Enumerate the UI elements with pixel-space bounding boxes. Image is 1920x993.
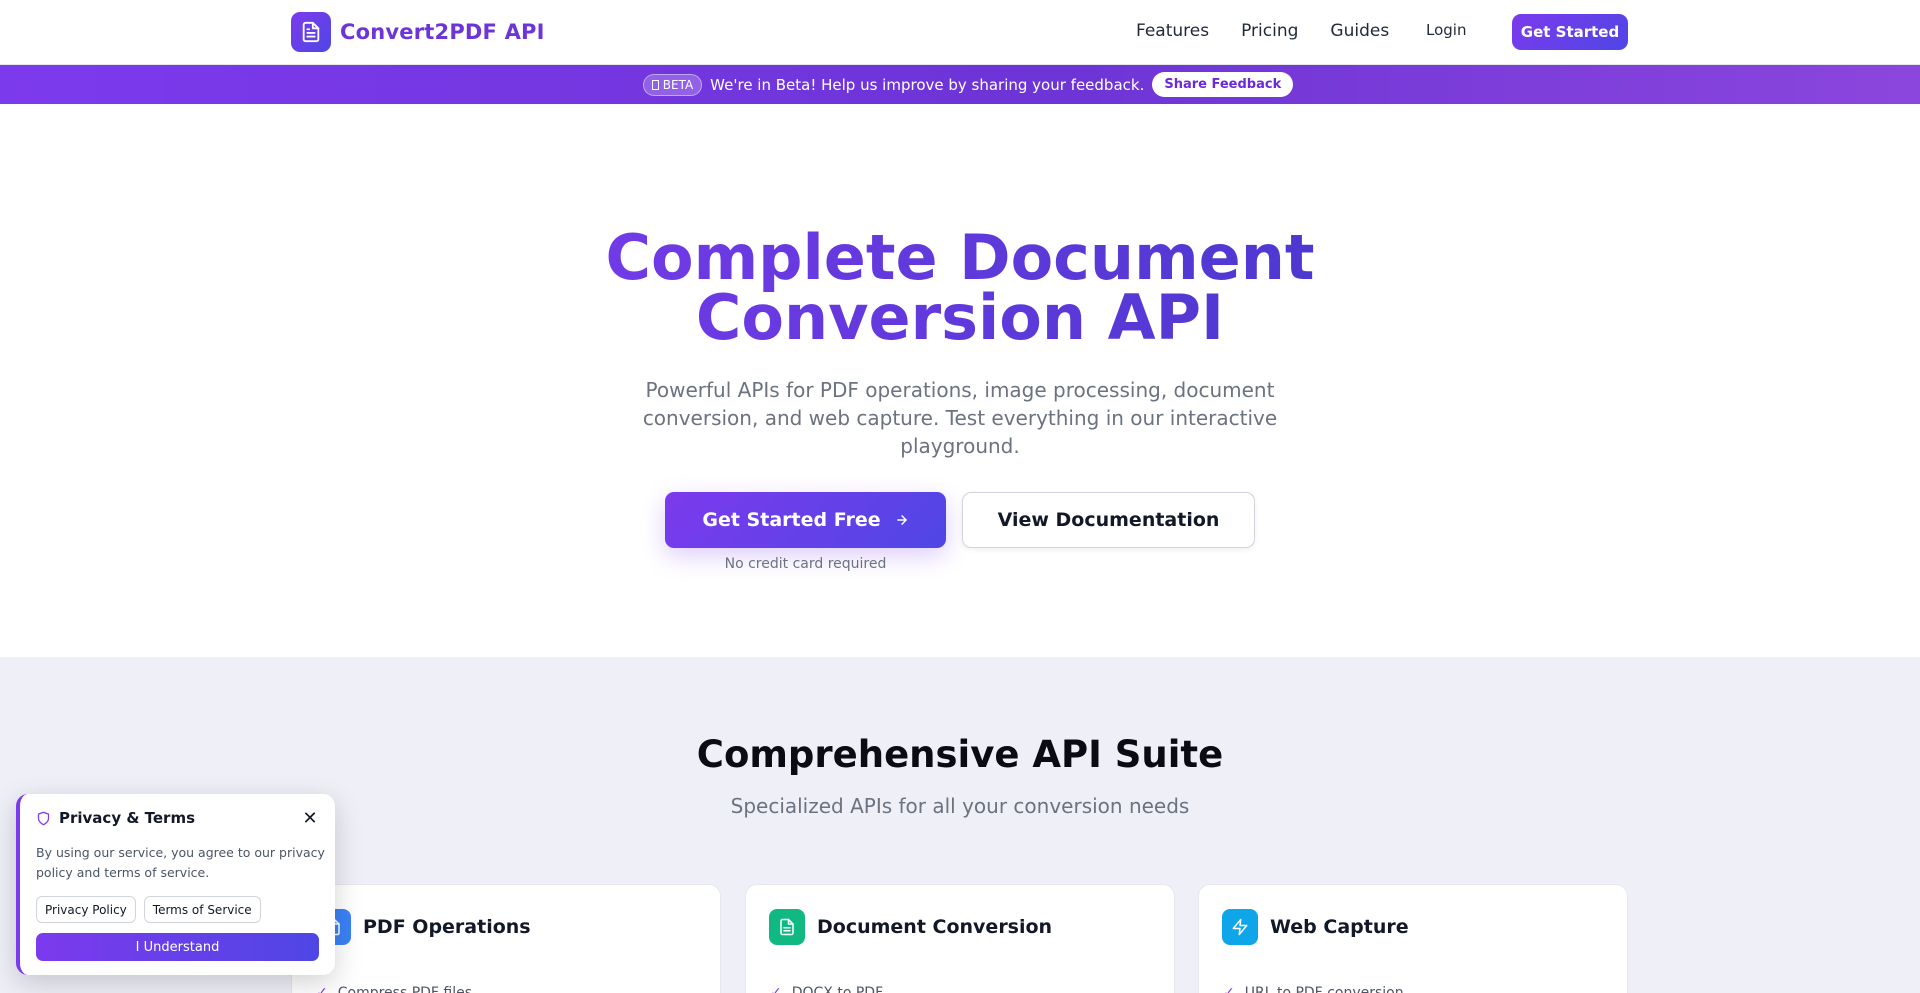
brand-name: Convert2PDF API	[340, 20, 545, 44]
share-feedback-button[interactable]: Share Feedback	[1152, 72, 1294, 97]
login-link[interactable]: Login	[1426, 21, 1466, 39]
top-navbar: Convert2PDF API Features Pricing Guides …	[0, 0, 1920, 65]
get-started-free-button[interactable]: Get Started Free	[665, 492, 946, 548]
privacy-terms-popup: Privacy & Terms ✕ By using our service, …	[16, 794, 335, 975]
popup-title: Privacy & Terms	[59, 809, 195, 827]
feature-card-web-capture: Web Capture ✓ URL to PDF conversion	[1198, 884, 1628, 993]
brand-logo-link[interactable]: Convert2PDF API	[291, 12, 545, 52]
nav-link-guides[interactable]: Guides	[1330, 18, 1389, 44]
hero-title-line-1: Complete Document	[605, 221, 1315, 294]
document-icon	[291, 12, 331, 52]
view-documentation-button[interactable]: View Documentation	[962, 492, 1255, 548]
beta-banner-content: BETA We're in Beta! Help us improve by s…	[642, 72, 1294, 97]
list-item-label: URL to PDF conversion	[1244, 985, 1404, 993]
list-item-label: Compress PDF files	[337, 985, 473, 993]
hero-subtitle: Powerful APIs for PDF operations, image …	[642, 378, 1278, 458]
beta-badge: BETA	[642, 73, 703, 96]
beta-message: We're in Beta! Help us improve by sharin…	[710, 75, 1145, 94]
get-started-free-label: Get Started Free	[702, 509, 881, 531]
card-header: PDF Operations	[315, 909, 531, 945]
list-item: ✓ DOCX to PDF	[770, 985, 883, 993]
list-item-label: DOCX to PDF	[791, 985, 884, 993]
privacy-policy-button[interactable]: Privacy Policy	[36, 896, 136, 923]
i-understand-button[interactable]: I Understand	[36, 933, 319, 961]
nav-link-features[interactable]: Features	[1136, 18, 1209, 44]
check-icon: ✓	[770, 985, 782, 993]
lightning-icon	[1222, 909, 1258, 945]
list-item: ✓ URL to PDF conversion	[1223, 985, 1404, 993]
card-title: Document Conversion	[817, 916, 1053, 938]
close-icon[interactable]: ✕	[299, 807, 321, 829]
feature-card-pdf-operations: PDF Operations ✓ Compress PDF files	[291, 884, 721, 993]
popup-header: Privacy & Terms	[36, 809, 195, 827]
card-title: PDF Operations	[363, 916, 531, 938]
card-title: Web Capture	[1270, 916, 1409, 938]
hero-section: Complete Document Conversion API Powerfu…	[0, 104, 1920, 657]
check-icon: ✓	[1223, 985, 1235, 993]
hero-title-line-2: Conversion API	[695, 281, 1225, 354]
terms-of-service-button[interactable]: Terms of Service	[143, 896, 261, 923]
list-item: ✓ Compress PDF files	[316, 985, 472, 993]
section-title: Comprehensive API Suite	[696, 733, 1224, 776]
shield-icon	[37, 811, 50, 825]
popup-links: Privacy Policy Terms of Service	[36, 896, 261, 923]
nav-links: Features Pricing Guides	[1136, 18, 1389, 44]
beta-badge-label: BETA	[662, 77, 694, 92]
check-icon: ✓	[316, 985, 328, 993]
flask-icon	[651, 79, 659, 90]
document-icon	[769, 909, 805, 945]
nav-link-pricing[interactable]: Pricing	[1241, 18, 1298, 44]
popup-text: By using our service, you agree to our p…	[36, 845, 325, 880]
card-header: Web Capture	[1222, 909, 1409, 945]
card-header: Document Conversion	[769, 909, 1052, 945]
beta-banner: BETA We're in Beta! Help us improve by s…	[0, 65, 1920, 104]
no-credit-card-note: No credit card required	[724, 556, 887, 572]
feature-card-document-conversion: Document Conversion ✓ DOCX to PDF	[745, 884, 1175, 993]
arrow-right-icon	[896, 515, 907, 525]
get-started-button[interactable]: Get Started	[1512, 14, 1628, 50]
hero-title: Complete Document Conversion API	[0, 228, 1920, 348]
